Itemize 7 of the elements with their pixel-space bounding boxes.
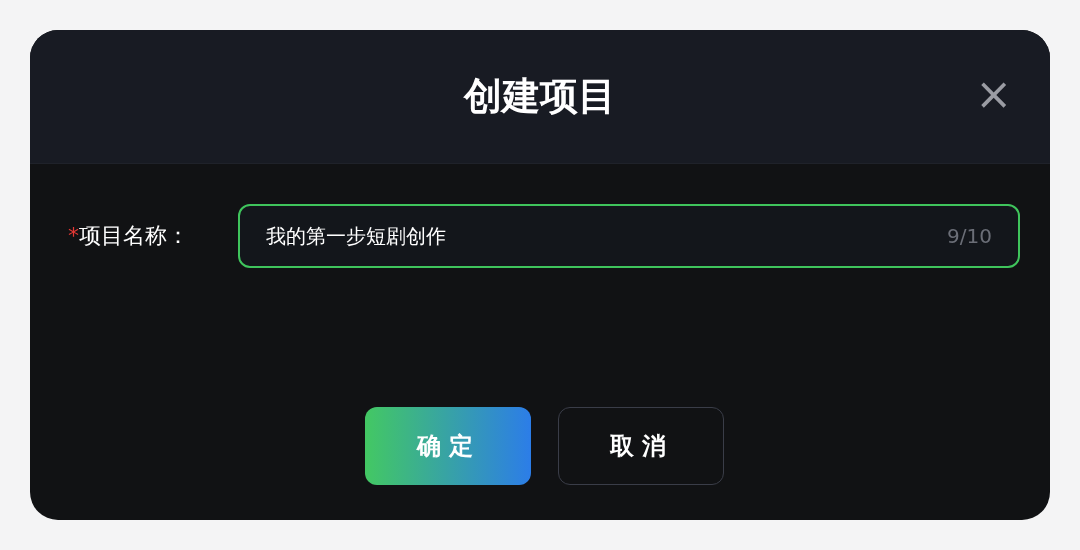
- field-value: 我的第一步短剧创作: [266, 222, 447, 250]
- dialog-title: 创建项目: [464, 73, 616, 120]
- character-counter: 9/10: [947, 224, 992, 248]
- project-name-field[interactable]: 我的第一步短剧创作 9/10: [238, 204, 1020, 268]
- close-button[interactable]: ×: [971, 74, 1016, 114]
- field-label: *项目名称：: [68, 222, 190, 250]
- cancel-button[interactable]: 取消: [557, 407, 724, 485]
